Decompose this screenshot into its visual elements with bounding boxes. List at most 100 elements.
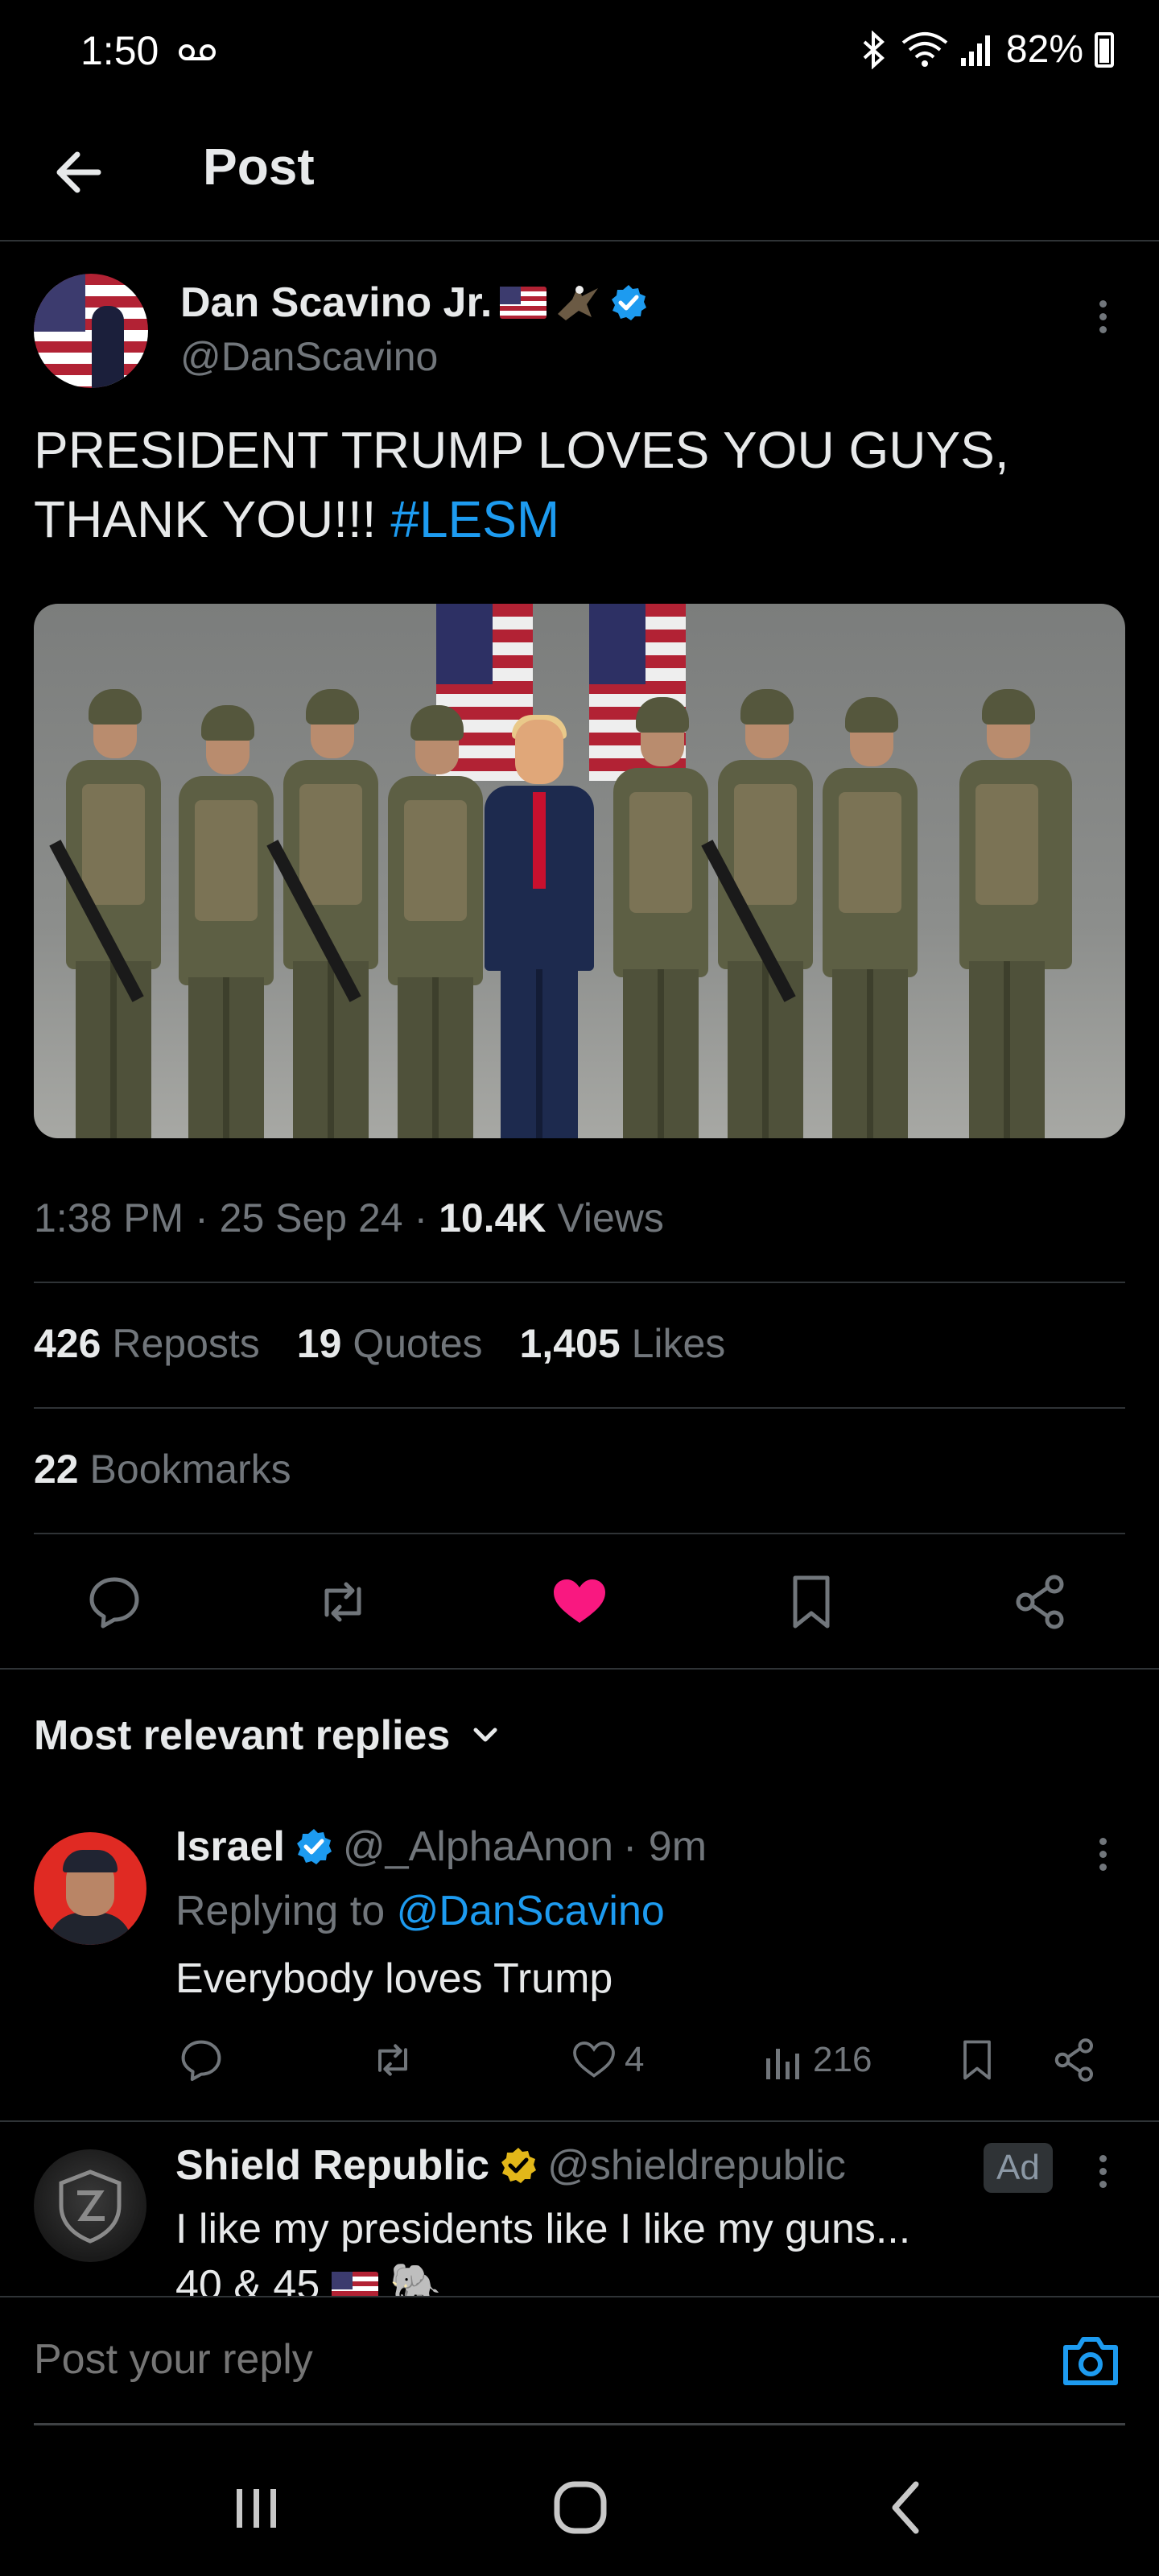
divider [34,1282,1125,1283]
post-image[interactable] [34,604,1125,1138]
post-timestamp: 1:38 PM · 25 Sep 24 · [34,1195,439,1241]
bookmark-icon [963,2040,991,2080]
home-icon[interactable] [544,2471,617,2544]
back-arrow-icon[interactable] [48,140,113,204]
divider [0,1668,1159,1670]
likes-count: 1,405 [519,1321,621,1366]
bluetooth-icon [863,30,885,69]
post-text: PRESIDENT TRUMP LOVES YOU GUYS, THANK YO… [34,415,1120,554]
ad-badge: Ad [984,2143,1053,2193]
reply-author-name[interactable]: Israel [175,1823,285,1871]
shield-logo-icon [59,2169,122,2244]
reply-icon[interactable] [82,1570,146,1634]
ad-author-handle[interactable]: @shieldrepublic [547,2141,846,2190]
replying-mention[interactable]: @DanScavino [397,1888,665,1934]
repost-icon[interactable] [311,1570,375,1634]
reposts-label: Reposts [112,1321,260,1366]
reply-time: · 9m [623,1823,707,1870]
reply-icon [181,2040,221,2081]
us-flag-emoji [331,2272,378,2297]
reply-text: Everybody loves Trump [175,1955,613,2002]
replies-sort-dropdown[interactable]: Most relevant replies [34,1711,501,1760]
author-name[interactable]: Dan Scavino Jr. [180,279,492,327]
reply-input[interactable] [34,2331,1024,2388]
bookmarks-stats: 22 Bookmarks [34,1446,291,1492]
replies-sort-label: Most relevant replies [34,1712,451,1759]
reply-like-button[interactable]: 4 [570,2032,644,2088]
camera-icon[interactable] [1061,2333,1120,2389]
system-nav-bar [0,2431,1159,2576]
reply-header: Israel @_AlphaAnon · 9m [175,1823,707,1871]
reply-share-button[interactable] [1050,2032,1101,2088]
gold-verified-badge-icon [501,2148,537,2183]
views-label: Views [546,1195,664,1241]
reply-author-handle[interactable]: @_AlphaAnon [343,1823,613,1871]
soldier-figure [49,671,161,1138]
divider [0,2120,1159,2122]
reposts-count: 426 [34,1321,101,1366]
reply-like-count: 4 [625,2040,645,2079]
reply-repost-button[interactable] [367,2032,419,2088]
likes-stat[interactable]: 1,405 Likes [520,1320,726,1367]
soldier-figure [179,687,274,1138]
battery-percent: 82% [1005,28,1083,71]
battery-icon [1095,31,1114,68]
bookmarks-label: Bookmarks [89,1447,291,1492]
page-title: Post [203,138,315,196]
reply-composer [0,2296,1159,2425]
reply-reply-button[interactable] [175,2032,227,2088]
bookmark-icon[interactable] [779,1570,843,1634]
us-flag-emoji [500,287,547,319]
post-meta: 1:38 PM · 25 Sep 24 · 10.4K Views [34,1195,664,1241]
like-icon-filled[interactable] [547,1570,612,1634]
author-avatar[interactable] [34,274,148,388]
reply-action-bar: 4 216 [175,2032,1125,2096]
ad-header: Shield Republic @shieldrepublic [175,2141,846,2190]
soldier-figure [613,679,708,1138]
engagement-stats: 426 Reposts 19 Quotes 1,405 Likes [34,1320,725,1367]
share-icon [1054,2038,1093,2082]
heart-icon [573,2041,615,2078]
recents-icon[interactable] [221,2471,293,2544]
bookmarks-count: 22 [34,1447,79,1492]
likes-label: Likes [631,1321,726,1366]
bookmarks-stat[interactable]: 22 Bookmarks [34,1446,291,1492]
verified-badge-icon [296,1829,332,1864]
quotes-label: Quotes [353,1321,483,1366]
ad-avatar[interactable] [34,2149,146,2262]
reply-more-icon[interactable] [1087,1832,1119,1880]
suited-man-figure [485,715,594,1138]
post-hashtag[interactable]: #LESM [390,490,559,548]
status-bar: 1:50 82% [0,0,1159,105]
author-handle[interactable]: @DanScavino [180,333,438,380]
composer-underline [34,2423,1125,2425]
divider [34,1533,1125,1534]
views-count: 10.4K [439,1195,547,1241]
back-nav-icon[interactable] [871,2471,943,2544]
ad-text: I like my presidents like I like my guns… [175,2201,1101,2297]
ad-text-line1: I like my presidents like I like my guns… [175,2206,911,2252]
reply-avatar[interactable] [34,1832,146,1945]
chevron-down-icon [473,1728,497,1742]
quotes-count: 19 [296,1321,342,1366]
quotes-stat[interactable]: 19 Quotes [297,1320,483,1367]
repost-icon [378,2044,407,2076]
status-icons: 82% [858,27,1114,72]
soldier-figure [701,671,813,1138]
post-more-icon[interactable] [1087,295,1119,343]
top-app-bar: Post [0,113,1159,242]
reposts-stat[interactable]: 426 Reposts [34,1320,260,1367]
voicemail-icon [179,44,216,60]
soldier-figure [388,687,483,1138]
author-name-row[interactable]: Dan Scavino Jr. [180,279,648,327]
reply-views-button[interactable]: 216 [761,2032,872,2088]
ad-author-name[interactable]: Shield Republic [175,2141,489,2190]
signal-icon [960,35,990,66]
replying-to: Replying to @DanScavino [175,1887,665,1935]
ad-text-line2: 40 & 45 🐘 [175,2257,1101,2297]
share-icon[interactable] [1009,1570,1074,1634]
ad-more-icon[interactable] [1087,2149,1119,2198]
divider [34,1407,1125,1409]
reply-bookmark-button[interactable] [953,2032,1001,2088]
reply-view-count: 216 [813,2040,872,2079]
